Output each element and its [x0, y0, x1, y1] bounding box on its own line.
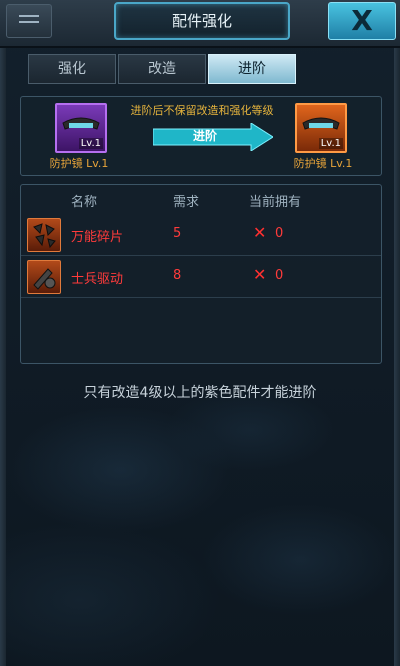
menu-button[interactable]	[6, 4, 52, 38]
frame-left	[0, 0, 6, 666]
soldier-driver-icon	[27, 260, 61, 294]
target-item-slot[interactable]: Lv.1	[295, 103, 347, 153]
table-header: 名称 需求 当前拥有	[21, 185, 381, 213]
advance-hint: 只有改造4级以上的紫色配件才能进阶	[83, 385, 317, 401]
close-button[interactable]: X	[328, 2, 396, 40]
material-required: 5	[173, 226, 182, 241]
column-name-header: 名称	[71, 195, 98, 210]
advance-notice: 进阶后不保留改造和强化等级	[130, 104, 274, 117]
material-owned: 0	[275, 268, 284, 283]
header-bar: 配件强化 X	[0, 0, 400, 48]
material-owned: 0	[275, 226, 284, 241]
source-item-name: 防护镜 Lv.1	[49, 157, 109, 170]
goggles-icon	[302, 117, 340, 130]
table-row[interactable]: 万能碎片 5 ✕ 0	[21, 215, 381, 256]
x-icon: ✕	[253, 223, 267, 242]
x-icon: ✕	[253, 265, 267, 284]
column-owned-header: 当前拥有	[249, 195, 302, 210]
target-item-name: 防护镜 Lv.1	[293, 157, 353, 170]
menu-icon-line	[19, 21, 39, 23]
source-item-level: Lv.1	[78, 138, 103, 149]
requirements-table: 名称 需求 当前拥有 万能碎片 5 ✕ 0 士兵驱动 8 ✕ 0	[20, 184, 382, 364]
tab-enhance[interactable]: 强化	[28, 54, 116, 84]
goggles-icon	[62, 117, 100, 130]
advance-button[interactable]: 进阶	[153, 127, 257, 144]
target-item-level: Lv.1	[318, 138, 343, 149]
menu-icon	[19, 15, 39, 17]
page-title: 配件强化	[114, 2, 290, 40]
column-required-header: 需求	[173, 195, 200, 210]
table-row[interactable]: 士兵驱动 8 ✕ 0	[21, 257, 381, 298]
advance-panel: Lv.1 防护镜 Lv.1 进阶后不保留改造和强化等级 进阶 Lv.1 防护镜 …	[20, 96, 382, 176]
frame-right	[394, 0, 400, 666]
material-name: 万能碎片	[71, 230, 124, 245]
source-item-slot[interactable]: Lv.1	[55, 103, 107, 153]
tab-advance[interactable]: 进阶	[208, 54, 296, 84]
universal-fragment-icon	[27, 218, 61, 252]
material-required: 8	[173, 268, 182, 283]
tab-modify[interactable]: 改造	[118, 54, 206, 84]
material-name: 士兵驱动	[71, 272, 124, 287]
